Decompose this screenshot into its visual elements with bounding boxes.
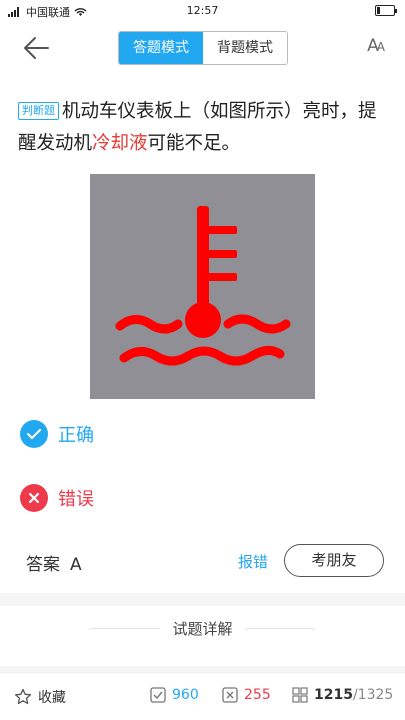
progress-current: 1215 <box>314 687 353 703</box>
explanation-title: 试题详解 <box>172 620 233 638</box>
answer-value: A <box>70 555 82 575</box>
mode-switch: 答题模式 背题模式 <box>118 31 288 65</box>
question-figure <box>90 174 315 399</box>
wrong-count[interactable]: 255 <box>222 687 271 703</box>
checkbox-check-icon <box>150 687 166 703</box>
star-icon <box>14 688 32 705</box>
question-progress[interactable]: 1215/1325 <box>292 687 393 703</box>
answer-label: 答案 <box>26 555 60 575</box>
cross-icon <box>20 484 48 512</box>
option-correct[interactable]: 正确 <box>20 420 94 448</box>
battery-icon <box>375 5 397 16</box>
question-panel: 判断题 机动车仪表板上（如图所示）亮时，提醒发动机冷却液可能不足。 正确 错误 … <box>0 74 405 593</box>
option-wrong-label: 错误 <box>58 489 94 510</box>
question-type-tag: 判断题 <box>18 102 59 120</box>
status-bar: 中国联通 12:57 <box>0 0 405 22</box>
font-size-button[interactable]: AA <box>367 36 385 56</box>
favorite-label: 收藏 <box>38 690 66 706</box>
back-arrow-icon[interactable] <box>22 36 50 60</box>
check-icon <box>20 420 48 448</box>
option-correct-label: 正确 <box>58 425 94 446</box>
tab-memorize-mode[interactable]: 背题模式 <box>203 32 287 64</box>
tab-answer-mode[interactable]: 答题模式 <box>119 32 203 64</box>
checkbox-cross-icon <box>222 687 238 703</box>
bottom-bar: 收藏 960 255 1215/1325 <box>0 672 405 720</box>
question-highlight: 冷却液 <box>92 133 148 154</box>
divider-right <box>245 628 315 629</box>
favorite-button[interactable]: 收藏 <box>14 687 66 707</box>
clock: 12:57 <box>186 4 219 17</box>
question-text-part2: 可能不足。 <box>147 133 241 154</box>
progress-total: /1325 <box>352 687 394 703</box>
report-error-link[interactable]: 报错 <box>238 551 268 572</box>
grid-icon <box>292 687 308 703</box>
question-text: 判断题 机动车仪表板上（如图所示）亮时，提醒发动机冷却液可能不足。 <box>18 96 388 160</box>
header: 答题模式 背题模式 AA <box>0 22 405 74</box>
ask-friend-button[interactable]: 考朋友 <box>284 544 384 577</box>
answer-display: 答案 A <box>26 550 82 575</box>
explanation-section: 试题详解 <box>0 606 405 666</box>
wrong-count-value: 255 <box>244 687 271 703</box>
correct-count[interactable]: 960 <box>150 687 199 703</box>
coolant-temperature-warning-icon <box>115 206 291 366</box>
option-wrong[interactable]: 错误 <box>20 484 94 512</box>
correct-count-value: 960 <box>172 687 199 703</box>
